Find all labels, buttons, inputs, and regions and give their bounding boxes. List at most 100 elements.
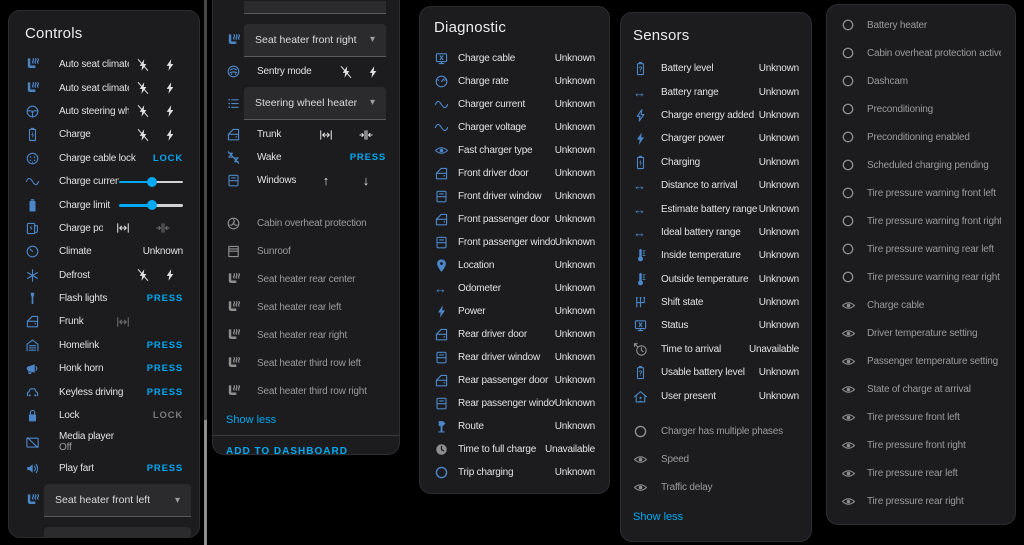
entity-row: Charger has multiple phases (633, 418, 799, 446)
window-rect-icon (434, 396, 449, 411)
lock-icon (25, 408, 40, 423)
entity-row: Tire pressure front left (841, 403, 1001, 431)
press-button[interactable]: PRESS (350, 152, 386, 163)
entity-label: Passenger temperature setting (867, 356, 1001, 367)
entity-row: ChargingUnknown (633, 151, 799, 174)
entity-label: Preconditioning (867, 104, 1001, 115)
entity-row: Rear driver windowUnknown (434, 346, 595, 369)
flash-off-toggle-icon[interactable] (129, 81, 156, 95)
flash-toggle-icon[interactable] (359, 65, 386, 79)
gauge-icon (434, 74, 449, 89)
entity-row: Front driver doorUnknown (434, 162, 595, 185)
cover-open-icon[interactable] (103, 221, 143, 235)
radiobox-icon (841, 270, 855, 284)
flash-icon (163, 58, 177, 72)
entity-row: Seat heater front left▾ (25, 481, 183, 521)
add-to-dashboard-button[interactable]: ADD TO DASHBOARD (226, 446, 348, 456)
scrollbar[interactable] (204, 0, 207, 545)
entity-row: Speed (633, 446, 799, 474)
entity-label: Scheduled charging pending (867, 160, 1001, 171)
thermostat-icon (25, 244, 40, 259)
entity-row: Auto seat climate left (25, 53, 183, 76)
entity-row: State of charge at arrival (841, 375, 1001, 403)
show-less-link[interactable]: Show less (633, 511, 683, 523)
entity-value: Unknown (555, 214, 595, 225)
select-dropdown[interactable]: Seat heater front right▾ (244, 24, 386, 57)
entity-value: Unknown (555, 99, 595, 110)
slider[interactable] (119, 199, 183, 211)
entity-label: Trip charging (458, 467, 555, 478)
cover-open-icon[interactable] (103, 315, 143, 329)
entity-value: Unknown (759, 157, 799, 168)
show-less-row: Show less (226, 405, 386, 435)
entity-label: Charge port… (59, 223, 103, 234)
expand-h-icon (319, 128, 333, 142)
entity-value: Unknown (759, 250, 799, 261)
flash-off-toggle-icon[interactable] (129, 104, 156, 118)
entity-row: Rear driver doorUnknown (434, 323, 595, 346)
partial-select-dropdown[interactable] (44, 527, 191, 538)
flash-toggle-icon[interactable] (156, 104, 183, 118)
hidden-entities-card: Battery heaterCabin overheat protection … (826, 4, 1016, 525)
flash-off-icon (136, 81, 150, 95)
monitor-x-icon (434, 51, 449, 66)
chevron-down-icon: ▾ (175, 495, 180, 506)
flash-toggle-icon[interactable] (156, 128, 183, 142)
press-button[interactable]: PRESS (147, 293, 183, 304)
entity-label: Sentry mode (257, 66, 332, 77)
show-less-link[interactable]: Show less (226, 414, 276, 426)
flash-toggle-icon[interactable] (156, 268, 183, 282)
collapse-h-icon (359, 128, 373, 142)
flash-off-toggle-icon[interactable] (129, 128, 156, 142)
entity-row: Charge limit (25, 193, 183, 216)
entity-row: Traffic delay (633, 474, 799, 502)
cover-stop-icon[interactable] (346, 128, 386, 142)
entity-label: Charge limit (59, 200, 119, 211)
ev-station-icon (25, 221, 40, 236)
entity-label: Seat heater rear right (257, 330, 386, 341)
card-content: ControlsAuto seat climate leftAuto seat … (9, 11, 199, 537)
entity-row: Seat heater front right▾ (226, 20, 386, 60)
entity-row: ↔Estimate battery rangeUnknown (633, 197, 799, 220)
press-button[interactable]: PRESS (147, 387, 183, 398)
partial-select-dropdown[interactable] (244, 1, 386, 14)
entity-label: Ideal battery range (661, 227, 759, 238)
flash-off-toggle-icon[interactable] (129, 268, 156, 282)
entity-label: Frunk (59, 316, 103, 327)
radiobox-icon (434, 465, 449, 480)
window-down-icon[interactable]: ↓ (346, 173, 386, 188)
flashlight-icon (25, 291, 40, 306)
flash-toggle-icon[interactable] (156, 58, 183, 72)
press-button[interactable]: PRESS (147, 463, 183, 474)
lock-button: LOCK (153, 410, 183, 421)
entity-label: Charge rate (458, 76, 555, 87)
flash-toggle-icon[interactable] (156, 81, 183, 95)
lock-button[interactable]: LOCK (153, 153, 183, 164)
flash-off-toggle-icon[interactable] (332, 65, 359, 79)
press-button[interactable]: PRESS (147, 363, 183, 374)
select-dropdown[interactable]: Steering wheel heater▾ (244, 87, 386, 120)
entity-row: Passenger temperature setting (841, 347, 1001, 375)
window-rect-icon (434, 235, 449, 250)
press-button[interactable]: PRESS (147, 340, 183, 351)
entity-row: RouteUnknown (434, 415, 595, 438)
slider[interactable] (119, 176, 183, 188)
entity-value: Unknown (759, 274, 799, 285)
select-dropdown[interactable]: Seat heater front left▾ (44, 484, 191, 517)
cover-open-icon[interactable] (306, 128, 346, 142)
entity-value: Unknown (759, 180, 799, 191)
heater-lines-icon (226, 96, 241, 111)
entity-row: Cabin overheat protection (226, 209, 386, 237)
flash-off-toggle-icon[interactable] (129, 58, 156, 72)
window-up-icon[interactable]: ↑ (306, 173, 346, 188)
entity-label: Time to full charge (458, 444, 545, 455)
seat-heater-icon (226, 384, 241, 399)
entity-label: Usable battery level (661, 367, 759, 378)
scrollbar-thumb[interactable] (204, 420, 207, 545)
entity-row: Tire pressure rear right (841, 487, 1001, 515)
cover-stop-icon[interactable] (143, 221, 183, 235)
flash-off-icon (136, 128, 150, 142)
entity-value: Unknown (555, 306, 595, 317)
eye-icon (841, 354, 856, 369)
entity-row: ?Battery levelUnknown (633, 57, 799, 80)
